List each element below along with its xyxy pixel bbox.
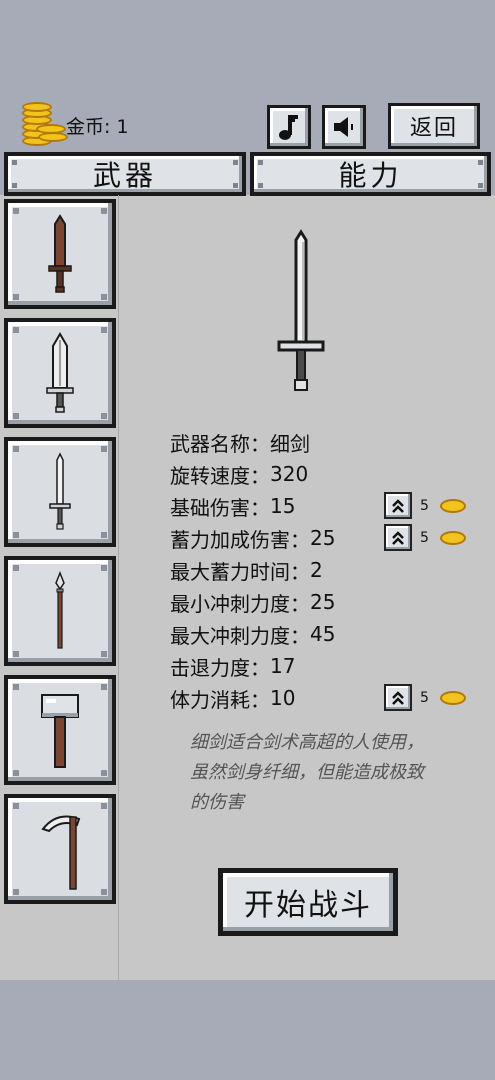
weapon-slot-hammer[interactable] bbox=[4, 675, 116, 785]
weapon-stats: 武器名称： 细剑 旋转速度： 320 基础伤害： 15 蓄力加成伤害： 25 最大蓄力时… bbox=[170, 426, 335, 714]
stat-stamina-cost: 体力消耗： 10 bbox=[170, 686, 296, 712]
double-chevron-up-icon bbox=[392, 690, 404, 705]
music-note-icon bbox=[279, 115, 298, 140]
coin-counter: 金币: 1 bbox=[20, 102, 129, 148]
back-button[interactable]: 返回 bbox=[388, 103, 480, 149]
stat-base-damage: 基础伤害： 15 bbox=[170, 494, 296, 520]
double-chevron-up-icon bbox=[392, 530, 404, 545]
upgrade-cost: 5 bbox=[420, 689, 429, 706]
tab-weapons-label: 武器 bbox=[92, 159, 157, 192]
stat-weapon-name: 武器名称： 细剑 bbox=[170, 431, 310, 456]
upgrade-charge-bonus-damage: 5 bbox=[384, 524, 466, 551]
upgrade-stamina-cost-button[interactable] bbox=[384, 684, 412, 711]
coin-icon bbox=[440, 690, 466, 705]
tab-abilities[interactable]: 能力 bbox=[250, 152, 491, 196]
weapon-description: 细剑适合剑术高超的人使用，虽然剑身纤细，但能造成极致的伤害 bbox=[190, 732, 424, 813]
broad-sword-icon bbox=[46, 332, 74, 413]
stat-rotation-speed: 旋转速度： 320 bbox=[170, 462, 309, 488]
upgrade-charge-bonus-damage-button[interactable] bbox=[384, 524, 412, 551]
selected-weapon-preview bbox=[273, 228, 329, 398]
speaker-icon bbox=[334, 117, 353, 137]
thin-sword-icon bbox=[49, 452, 71, 530]
stat-charge-bonus-damage: 蓄力加成伤害： 25 bbox=[170, 526, 336, 552]
bottom-bar bbox=[0, 980, 495, 1080]
stat-max-charge-time: 最大蓄力时间： 2 bbox=[170, 558, 323, 584]
wooden-sword-icon bbox=[48, 214, 72, 293]
weapon-slot-broad-sword[interactable] bbox=[4, 318, 116, 428]
start-battle-button[interactable]: 开始战斗 bbox=[218, 868, 398, 936]
tab-weapons[interactable]: 武器 bbox=[4, 152, 246, 196]
coins-label: 金币: 1 bbox=[66, 115, 129, 138]
stat-knockback: 击退力度： 17 bbox=[170, 654, 296, 680]
coin-icon bbox=[440, 530, 466, 545]
coin-stack-icon bbox=[20, 102, 68, 148]
scythe-icon bbox=[41, 815, 81, 890]
spear-icon bbox=[55, 571, 65, 649]
upgrade-cost: 5 bbox=[420, 497, 429, 514]
upgrade-cost: 5 bbox=[420, 529, 429, 546]
music-toggle-button[interactable] bbox=[267, 105, 311, 149]
tab-abilities-label: 能力 bbox=[338, 159, 403, 192]
hammer-icon bbox=[41, 694, 79, 768]
weapon-slot-thin-sword[interactable] bbox=[4, 437, 116, 547]
panel-divider bbox=[118, 195, 119, 980]
thin-sword-icon bbox=[277, 229, 325, 391]
stat-min-dash-force: 最小冲刺力度： 25 bbox=[170, 590, 336, 616]
coin-icon bbox=[440, 498, 466, 513]
upgrade-base-damage: 5 bbox=[384, 492, 466, 519]
double-chevron-up-icon bbox=[392, 498, 404, 513]
stat-max-dash-force: 最大冲刺力度： 45 bbox=[170, 622, 336, 648]
upgrade-base-damage-button[interactable] bbox=[384, 492, 412, 519]
weapon-slot-spear[interactable] bbox=[4, 556, 116, 666]
upgrade-stamina-cost: 5 bbox=[384, 684, 466, 711]
weapon-slot-scythe[interactable] bbox=[4, 794, 116, 904]
sound-toggle-button[interactable] bbox=[322, 105, 366, 149]
weapon-slot-wooden-sword[interactable] bbox=[4, 199, 116, 309]
